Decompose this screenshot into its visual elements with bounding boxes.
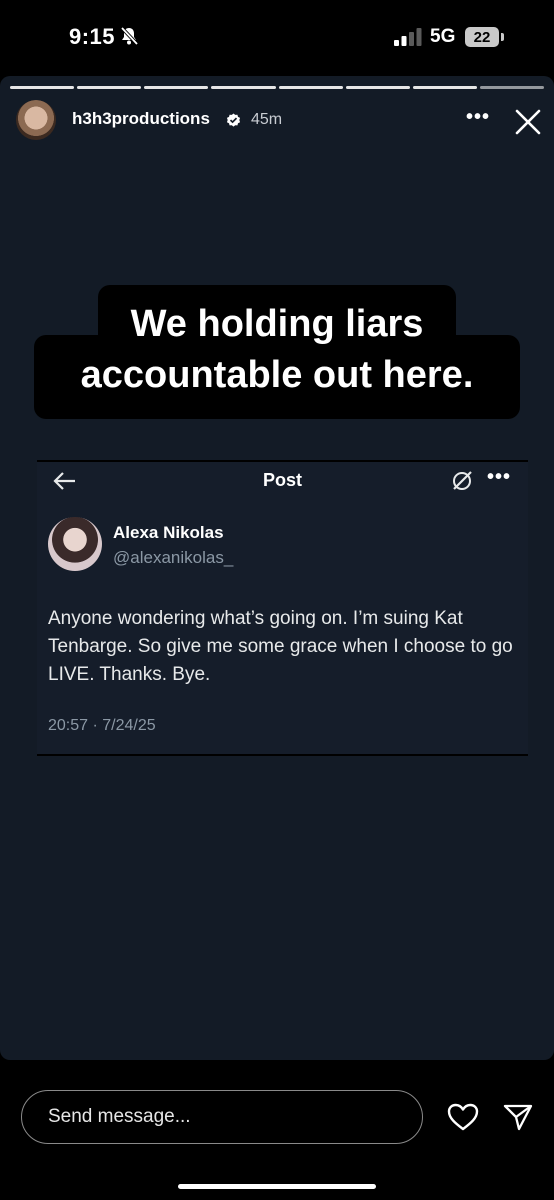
progress-segment	[77, 86, 142, 89]
progress-segment	[412, 86, 477, 89]
caption-line1: We holding liars	[130, 303, 424, 345]
send-icon[interactable]	[502, 1102, 534, 1132]
caption-text: We holding liars accountable out here.	[34, 299, 520, 401]
battery-tip	[501, 33, 504, 41]
progress-segment	[278, 86, 343, 89]
story-timestamp: 45m	[251, 111, 283, 128]
battery-level: 22	[465, 27, 499, 47]
battery-icon: 22	[465, 27, 505, 47]
post-author-avatar	[48, 517, 102, 571]
send-message-input[interactable]: Send message...	[21, 1090, 423, 1144]
avatar[interactable]	[16, 100, 56, 140]
progress-segment	[345, 86, 410, 89]
embedded-post-screenshot: Post ••• Alexa Nikolas @alexanikolas_ An…	[37, 460, 528, 756]
caption-line2: accountable out here.	[80, 354, 474, 396]
send-message-placeholder: Send message...	[48, 1106, 191, 1127]
progress-segment	[144, 86, 209, 89]
bell-off-icon	[120, 26, 139, 46]
post-text: Anyone wondering what’s going on. I’m su…	[48, 608, 513, 685]
status-bar: 9:15 5G 22	[0, 0, 554, 76]
story-progress-bar	[10, 86, 544, 89]
story-caption: We holding liars accountable out here.	[34, 285, 520, 421]
story-view[interactable]: h3h3productions 45m ••• We holding liars…	[0, 76, 554, 1060]
verified-badge-icon	[226, 113, 241, 127]
heart-icon[interactable]	[446, 1102, 480, 1132]
post-header: Post •••	[37, 462, 528, 500]
post-author-handle: @alexanikolas_	[113, 548, 234, 567]
close-icon[interactable]	[510, 104, 546, 140]
grok-icon	[453, 471, 472, 490]
post-more-icon: •••	[487, 466, 512, 488]
progress-segment	[10, 86, 75, 89]
post-timestamp: 20:57 · 7/24/25	[48, 717, 156, 734]
home-indicator	[178, 1184, 376, 1189]
more-options-button[interactable]: •••	[464, 107, 492, 132]
signal-icon	[394, 28, 422, 46]
progress-segment	[479, 86, 544, 89]
network-type: 5G	[430, 26, 456, 47]
post-author-name: Alexa Nikolas	[113, 523, 224, 542]
clock: 9:15	[69, 24, 116, 49]
story-username[interactable]: h3h3productions	[72, 109, 210, 129]
progress-segment	[211, 86, 276, 89]
